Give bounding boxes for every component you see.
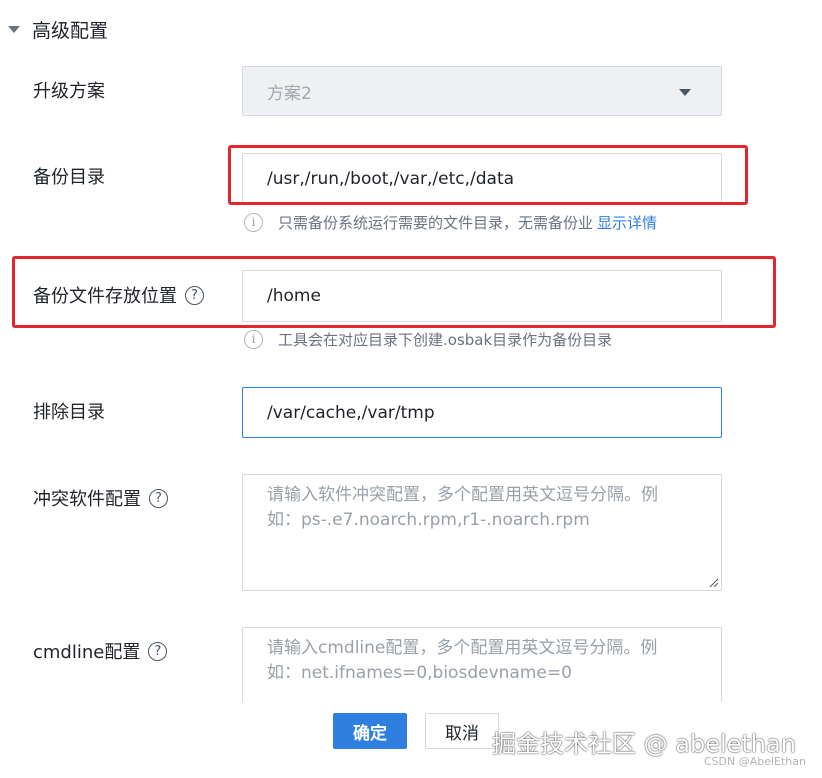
upgrade-plan-value: 方案2 [267,83,312,104]
conflict-config-label: 冲突软件配置 ? [33,484,168,512]
cmdline-config-placeholder: 请输入cmdline配置，多个配置用英文逗号分隔。例如：net.ifnames=… [267,638,658,683]
conflict-config-label-text: 冲突软件配置 [33,489,141,510]
confirm-button[interactable]: 确定 [333,713,407,749]
backup-location-label: 备份文件存放位置 ? [33,281,204,309]
show-details-link[interactable]: 显示详情 [597,212,657,233]
advanced-config-form: 高级配置 升级方案 方案2 备份目录 /usr,/run,/boot,/var,… [0,0,822,778]
upgrade-plan-select[interactable]: 方案2 [242,66,722,116]
exclude-dir-label-text: 排除目录 [33,402,105,423]
cmdline-config-textarea[interactable]: 请输入cmdline配置，多个配置用英文逗号分隔。例如：net.ifnames=… [242,627,722,703]
juejin-watermark: 掘金技术社区 @ abelethan [492,730,796,758]
backup-location-input[interactable]: /home [242,270,722,322]
backup-dir-label: 备份目录 [33,162,105,190]
exclude-dir-input[interactable]: /var/cache,/var/tmp [242,387,722,438]
backup-dir-hint: i 只需备份系统运行需要的文件目录，无需备份业 显示详情 [244,210,657,234]
backup-dir-input[interactable]: /usr,/run,/boot,/var,/etc,/data [242,153,722,205]
conflict-config-placeholder: 请输入软件冲突配置，多个配置用英文逗号分隔。例如：ps-.e7.noarch.r… [267,485,658,530]
help-icon[interactable]: ? [149,488,168,508]
backup-location-hint: i 工具会在对应目录下创建.osbak目录作为备份目录 [244,327,612,351]
resize-grip-icon[interactable] [709,578,719,588]
info-icon: i [244,329,263,349]
help-icon[interactable]: ? [148,641,168,661]
backup-location-value: /home [267,286,321,306]
backup-dir-value: /usr,/run,/boot,/var,/etc,/data [267,169,515,189]
cmdline-config-label: cmdline配置 ? [33,637,168,665]
exclude-dir-value: /var/cache,/var/tmp [267,402,435,423]
backup-dir-label-text: 备份目录 [33,167,105,188]
help-icon[interactable]: ? [185,285,204,305]
section-header-advanced[interactable]: 高级配置 [8,14,108,44]
caret-down-icon[interactable] [8,25,20,33]
cmdline-config-label-text: cmdline配置 [33,642,141,663]
upgrade-plan-label-text: 升级方案 [33,81,105,102]
csdn-watermark: CSDN @AbelEthan [703,755,806,768]
conflict-config-textarea[interactable]: 请输入软件冲突配置，多个配置用英文逗号分隔。例如：ps-.e7.noarch.r… [242,474,722,591]
backup-location-label-text: 备份文件存放位置 [33,286,177,307]
section-title: 高级配置 [32,19,109,42]
chevron-down-icon[interactable] [679,89,691,96]
upgrade-plan-label: 升级方案 [33,76,105,104]
exclude-dir-label: 排除目录 [33,397,105,425]
backup-location-hint-text: 工具会在对应目录下创建.osbak目录作为备份目录 [278,330,613,349]
backup-dir-hint-text: 只需备份系统运行需要的文件目录，无需备份业 [278,213,594,232]
cancel-button[interactable]: 取消 [425,713,499,749]
info-icon: i [244,212,263,232]
